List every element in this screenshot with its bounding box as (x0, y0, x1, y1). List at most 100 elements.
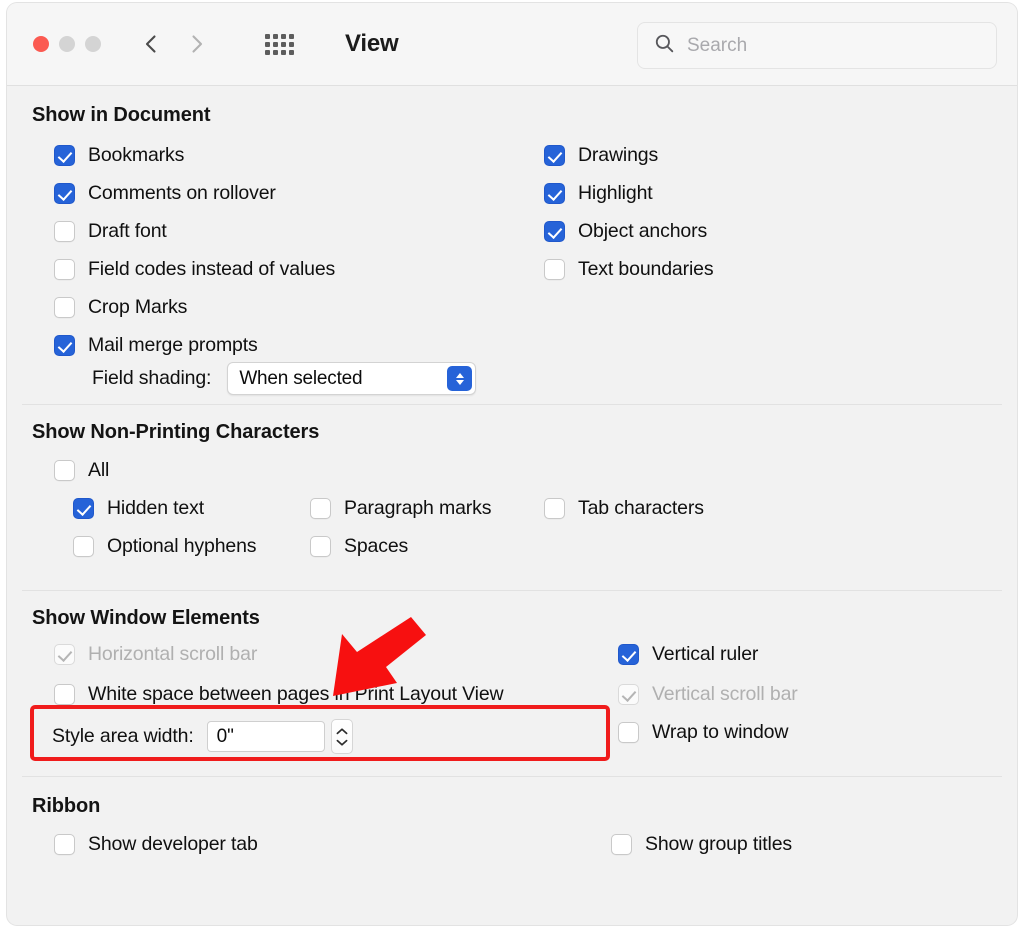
checkbox-wrap-to-window[interactable] (618, 722, 639, 743)
checkbox-row-hidden-text[interactable]: Hidden text (73, 497, 204, 520)
checkbox-paragraph-marks[interactable] (310, 498, 331, 519)
style-area-width-value: 0" (216, 725, 234, 747)
label-white-space-between-pages: White space between pages in Print Layou… (88, 683, 504, 705)
checkbox-white-space-between-pages[interactable] (54, 684, 75, 705)
label-object-anchors: Object anchors (578, 220, 708, 242)
label-style-area-width: Style area width: (52, 725, 194, 747)
label-bookmarks: Bookmarks (88, 144, 185, 166)
preferences-content: Show in Document Bookmarks Comments on r… (7, 86, 1017, 887)
checkbox-vertical-ruler[interactable] (618, 644, 639, 665)
label-tab-characters: Tab characters (578, 497, 704, 519)
checkbox-row-vertical-scroll-bar: Vertical scroll bar (618, 683, 798, 706)
style-area-width-stepper[interactable] (330, 719, 353, 754)
label-vertical-ruler: Vertical ruler (652, 643, 759, 665)
checkbox-hidden-text[interactable] (73, 498, 94, 519)
close-window-button[interactable] (33, 36, 49, 52)
checkbox-row-tab-characters[interactable]: Tab characters (544, 497, 704, 520)
section-title-show-in-document: Show in Document (32, 104, 211, 126)
checkbox-comments-on-rollover[interactable] (54, 183, 75, 204)
minimize-window-button[interactable] (59, 36, 75, 52)
label-hidden-text: Hidden text (107, 497, 204, 519)
checkbox-row-horizontal-scroll-bar: Horizontal scroll bar (54, 643, 257, 666)
label-wrap-to-window: Wrap to window (652, 721, 789, 743)
checkbox-bookmarks[interactable] (54, 145, 75, 166)
navigation-controls: View (139, 30, 399, 58)
section-show-in-document: Show in Document Bookmarks Comments on r… (7, 86, 1017, 404)
show-all-preferences-grid-icon[interactable] (265, 33, 294, 55)
checkbox-row-draft-font[interactable]: Draft font (54, 220, 167, 243)
checkbox-all[interactable] (54, 460, 75, 481)
style-area-width-control: Style area width: 0" (52, 719, 353, 754)
checkbox-row-spaces[interactable]: Spaces (310, 535, 408, 558)
checkbox-row-field-codes[interactable]: Field codes instead of values (54, 258, 335, 281)
checkbox-row-crop-marks[interactable]: Crop Marks (54, 296, 187, 319)
checkbox-row-highlight[interactable]: Highlight (544, 182, 653, 205)
page-title: View (345, 30, 399, 57)
section-show-window-elements: Show Window Elements Horizontal scroll b… (7, 591, 1017, 776)
field-shading-selected-value: When selected (239, 367, 363, 389)
checkbox-row-bookmarks[interactable]: Bookmarks (54, 144, 184, 167)
section-ribbon: Ribbon Show developer tab Show group tit… (7, 777, 1017, 887)
section-title-show-window-elements: Show Window Elements (32, 607, 260, 629)
checkbox-row-show-group-titles[interactable]: Show group titles (611, 833, 792, 856)
maximize-window-button[interactable] (85, 36, 101, 52)
checkbox-row-optional-hyphens[interactable]: Optional hyphens (73, 535, 257, 558)
label-show-group-titles: Show group titles (645, 833, 793, 855)
checkbox-row-vertical-ruler[interactable]: Vertical ruler (618, 643, 758, 666)
checkbox-row-wrap-to-window[interactable]: Wrap to window (618, 721, 788, 744)
label-draft-font: Draft font (88, 220, 167, 242)
checkbox-horizontal-scroll-bar (54, 644, 75, 665)
checkbox-draft-font[interactable] (54, 221, 75, 242)
checkbox-row-paragraph-marks[interactable]: Paragraph marks (310, 497, 491, 520)
checkbox-row-text-boundaries[interactable]: Text boundaries (544, 258, 714, 281)
label-comments-on-rollover: Comments on rollover (88, 182, 276, 204)
label-optional-hyphens: Optional hyphens (107, 535, 257, 557)
checkbox-show-developer-tab[interactable] (54, 834, 75, 855)
checkbox-text-boundaries[interactable] (544, 259, 565, 280)
label-paragraph-marks: Paragraph marks (344, 497, 492, 519)
checkbox-optional-hyphens[interactable] (73, 536, 94, 557)
checkbox-row-white-space-between-pages[interactable]: White space between pages in Print Layou… (54, 683, 504, 706)
checkbox-spaces[interactable] (310, 536, 331, 557)
label-crop-marks: Crop Marks (88, 296, 188, 318)
checkbox-object-anchors[interactable] (544, 221, 565, 242)
section-title-ribbon: Ribbon (32, 795, 101, 817)
checkbox-crop-marks[interactable] (54, 297, 75, 318)
checkbox-drawings[interactable] (544, 145, 565, 166)
label-drawings: Drawings (578, 144, 659, 166)
checkbox-row-comments-on-rollover[interactable]: Comments on rollover (54, 182, 276, 205)
label-highlight: Highlight (578, 182, 653, 204)
label-text-boundaries: Text boundaries (578, 258, 714, 280)
checkbox-tab-characters[interactable] (544, 498, 565, 519)
label-field-shading: Field shading: (92, 367, 212, 389)
label-field-codes-instead-of-values: Field codes instead of values (88, 258, 336, 280)
label-spaces: Spaces (344, 535, 409, 557)
checkbox-mail-merge-prompts[interactable] (54, 335, 75, 356)
label-horizontal-scroll-bar: Horizontal scroll bar (88, 643, 258, 665)
checkbox-show-group-titles[interactable] (611, 834, 632, 855)
search-icon (654, 33, 675, 59)
field-shading-control: Field shading: When selected (92, 362, 477, 395)
checkbox-row-object-anchors[interactable]: Object anchors (544, 220, 707, 243)
field-shading-select[interactable]: When selected (227, 362, 477, 395)
chevron-up-icon (336, 727, 348, 734)
checkbox-vertical-scroll-bar (618, 684, 639, 705)
label-vertical-scroll-bar: Vertical scroll bar (652, 683, 798, 705)
forward-chevron-icon[interactable] (185, 32, 209, 56)
back-chevron-icon[interactable] (139, 32, 163, 56)
checkbox-row-show-developer-tab[interactable]: Show developer tab (54, 833, 258, 856)
style-area-width-input[interactable]: 0" (206, 721, 325, 752)
checkbox-row-mail-merge-prompts[interactable]: Mail merge prompts (54, 334, 258, 357)
traffic-light-controls (33, 36, 101, 52)
chevron-down-icon (336, 739, 348, 746)
search-field[interactable]: Search (637, 22, 997, 69)
checkbox-row-all[interactable]: All (54, 459, 109, 482)
section-show-non-printing-characters: Show Non-Printing Characters All Hidden … (7, 405, 1017, 590)
checkbox-highlight[interactable] (544, 183, 565, 204)
section-title-show-non-printing-characters: Show Non-Printing Characters (32, 421, 320, 443)
preferences-window: View Search Show in Document Bookmarks C… (7, 3, 1017, 925)
chevron-updown-icon[interactable] (447, 366, 473, 391)
label-show-developer-tab: Show developer tab (88, 833, 258, 855)
checkbox-row-drawings[interactable]: Drawings (544, 144, 658, 167)
checkbox-field-codes-instead-of-values[interactable] (54, 259, 75, 280)
